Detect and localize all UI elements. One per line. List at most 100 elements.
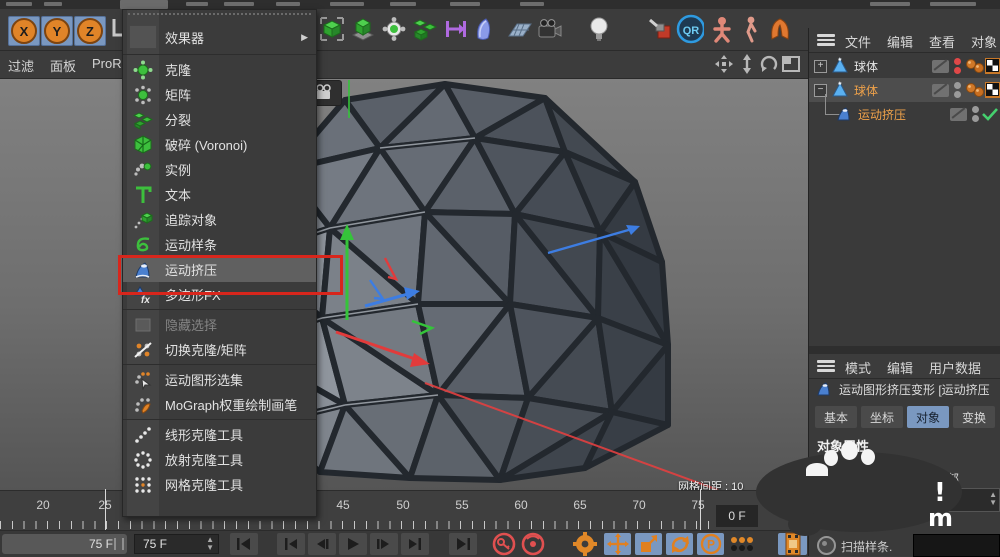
material-tag-icon[interactable]: [985, 82, 1000, 98]
menu-item-fracture[interactable]: 分裂: [123, 107, 316, 132]
om-menu-edit[interactable]: 编辑: [887, 32, 913, 51]
key-pla-toggle[interactable]: [728, 533, 755, 555]
pan-icon: [714, 54, 734, 74]
visibility-dots[interactable]: [954, 82, 961, 98]
enable-toggle[interactable]: [932, 84, 949, 97]
enabled-check-icon[interactable]: [979, 105, 1000, 123]
instance-tool-button[interactable]: [349, 14, 377, 44]
hamburger-icon[interactable]: [817, 360, 835, 372]
menu-item-radial-clone-tool[interactable]: 放射克隆工具: [123, 447, 316, 472]
menu-item-text[interactable]: 文本: [123, 182, 316, 207]
visibility-dots[interactable]: [954, 58, 961, 74]
panel-splitter[interactable]: [809, 346, 1000, 354]
axis-lock-x-button[interactable]: X: [8, 16, 40, 46]
menu-item-hide-selection: 隐藏选择: [123, 312, 316, 337]
expand-plus-icon[interactable]: +: [814, 60, 827, 73]
fracture-tool-button[interactable]: [411, 14, 439, 44]
attr-menu-edit[interactable]: 编辑: [887, 358, 913, 377]
play-button[interactable]: [339, 533, 367, 555]
enable-toggle[interactable]: [950, 108, 967, 121]
axis-lock-y-button[interactable]: Y: [41, 16, 73, 46]
goto-end-button[interactable]: [449, 533, 477, 555]
object-row-motion-extrude[interactable]: 运动挤压: [809, 102, 1000, 126]
joint-tool-button[interactable]: [737, 14, 765, 44]
key-parameter-toggle[interactable]: P: [697, 533, 724, 555]
autokey-button[interactable]: [519, 533, 546, 555]
menu-item-swap-cloner-matrix[interactable]: 切换克隆/矩阵: [123, 337, 316, 362]
menu-item-weight-paintbrush[interactable]: MoGraph权重绘制画笔: [123, 392, 316, 417]
menu-item-grid-clone-tool[interactable]: 网格克隆工具: [123, 472, 316, 497]
menu-tearoff-handle[interactable]: [128, 13, 311, 20]
attr-menu-mode[interactable]: 模式: [845, 358, 871, 377]
phong-tag-icon[interactable]: [965, 82, 985, 98]
next-key-button[interactable]: [401, 533, 429, 555]
menu-item-effector[interactable]: 效果器 ▶: [123, 22, 316, 52]
current-frame-marker[interactable]: [700, 489, 701, 531]
viewport-zoom-control[interactable]: [737, 54, 757, 74]
menu-item-matrix[interactable]: 矩阵: [123, 82, 316, 107]
menu-item-mospline[interactable]: 运动样条: [123, 232, 316, 257]
move-cross-icon: [607, 533, 629, 555]
range-marker[interactable]: [105, 489, 106, 531]
viewport-rotate-control[interactable]: [759, 54, 779, 74]
tab-coordinates[interactable]: 坐标: [861, 406, 903, 428]
menu-item-mograph-selection[interactable]: 运动图形选集: [123, 367, 316, 392]
scrollbar-grip[interactable]: [114, 538, 124, 550]
axis-lock-z-button[interactable]: Z: [74, 16, 106, 46]
object-name: 运动挤压: [858, 106, 906, 123]
camera-tool-button[interactable]: [536, 14, 564, 44]
scan-spline-radio[interactable]: [817, 536, 836, 555]
material-tag-icon[interactable]: [985, 58, 1000, 74]
record-keyframe-button[interactable]: [490, 533, 517, 555]
object-row-sphere-1[interactable]: + 球体: [809, 54, 1000, 78]
menu-item-instance[interactable]: 实例: [123, 157, 316, 182]
matrix-tool-button[interactable]: [380, 14, 408, 44]
om-menu-file[interactable]: 文件: [845, 32, 871, 51]
light-tool-button[interactable]: [585, 14, 613, 44]
tab-basic[interactable]: 基本: [815, 406, 857, 428]
next-frame-button[interactable]: [370, 533, 398, 555]
menu-item-tracer[interactable]: 追踪对象: [123, 207, 316, 232]
viewport-maximize-control[interactable]: [781, 54, 801, 74]
paint-setup-button[interactable]: [645, 14, 673, 44]
range-tool-button[interactable]: [442, 14, 470, 44]
text-icon: [129, 184, 157, 206]
enable-toggle[interactable]: [932, 60, 949, 73]
wrap-tool-button[interactable]: [766, 14, 794, 44]
floor-tool-button[interactable]: [505, 14, 533, 44]
viewport-pan-control[interactable]: [714, 54, 734, 74]
key-rotation-toggle[interactable]: [666, 533, 693, 555]
goto-start-button[interactable]: [230, 533, 258, 555]
om-menu-object[interactable]: 对象: [971, 32, 997, 51]
menu-item-voronoi-fracture[interactable]: 破碎 (Voronoi): [123, 132, 316, 157]
render-preview-button[interactable]: [778, 533, 807, 555]
scan-spline-field[interactable]: [913, 534, 1000, 557]
menu-item-linear-clone-tool[interactable]: 线形克隆工具: [123, 422, 316, 447]
viewport-menu-panel[interactable]: 面板: [50, 56, 76, 75]
keying-settings-button[interactable]: [571, 533, 598, 555]
timeline-range-scrollbar[interactable]: 75 F: [2, 534, 127, 554]
hamburger-icon[interactable]: [817, 34, 835, 46]
menubar-active-item[interactable]: [120, 0, 168, 9]
menu-item-cloner[interactable]: 克隆: [123, 57, 316, 82]
current-frame-field[interactable]: 75 F ▲▼: [134, 534, 219, 554]
prev-frame-button[interactable]: [308, 533, 336, 555]
character-tool-button[interactable]: [708, 14, 736, 44]
key-position-toggle[interactable]: [604, 533, 631, 555]
viewport-menu-filter[interactable]: 过滤: [8, 56, 34, 75]
tab-object[interactable]: 对象: [907, 406, 949, 428]
attr-menu-userdata[interactable]: 用户数据: [929, 358, 981, 377]
visibility-dots[interactable]: [972, 106, 979, 122]
cloner-tool-button[interactable]: [318, 14, 346, 44]
sweep-tool-button[interactable]: [471, 14, 499, 44]
spinner-arrows-icon[interactable]: ▲▼: [989, 491, 997, 507]
prev-key-button[interactable]: [277, 533, 305, 555]
quick-render-button[interactable]: QR: [676, 14, 704, 44]
range-start-field[interactable]: 0 F: [716, 505, 758, 527]
key-scale-toggle[interactable]: [635, 533, 662, 555]
spinner-arrows-icon[interactable]: ▲▼: [206, 536, 214, 552]
tab-transform[interactable]: 变换: [953, 406, 995, 428]
phong-tag-icon[interactable]: [965, 58, 985, 74]
instance-icon: [129, 159, 157, 181]
om-menu-view[interactable]: 查看: [929, 32, 955, 51]
